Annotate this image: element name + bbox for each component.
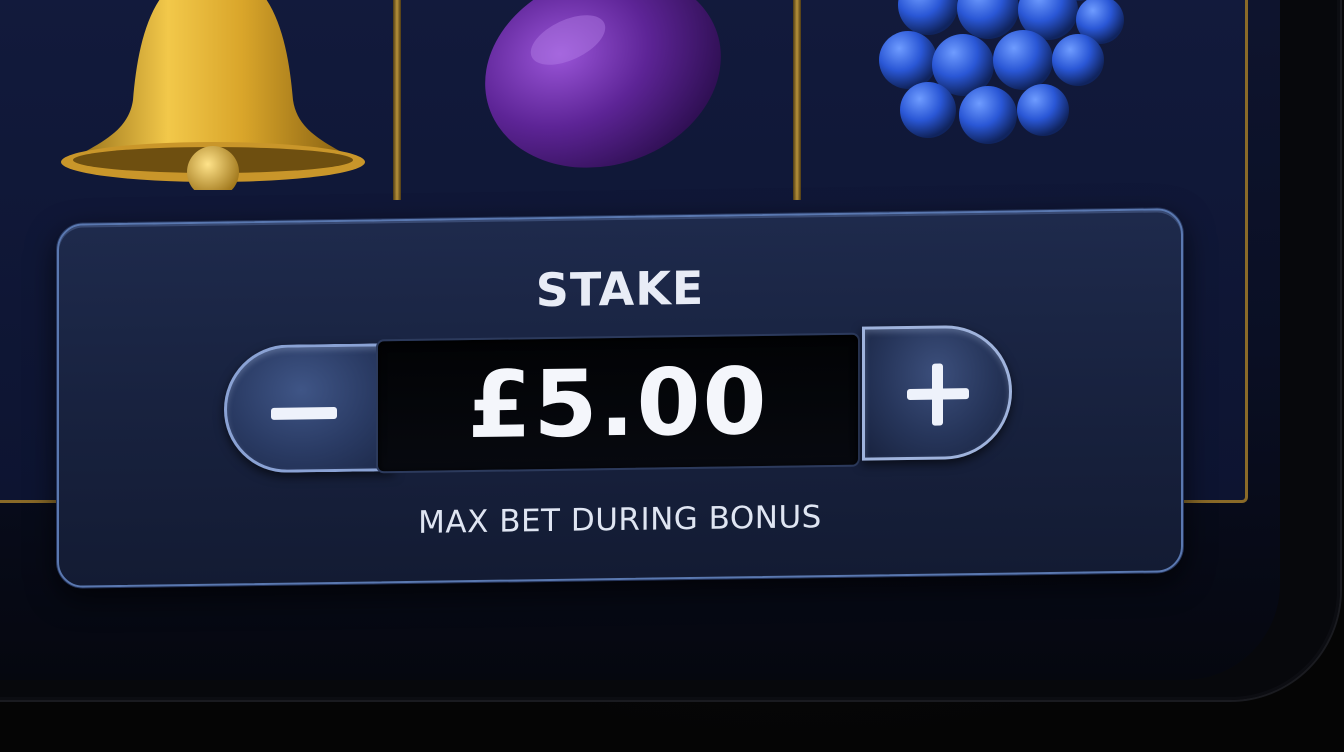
stake-value-display: £5.00 [376, 332, 860, 474]
max-bet-note: MAX BET DURING BONUS [418, 499, 822, 541]
increase-stake-button[interactable] [862, 324, 1012, 461]
reel-divider [393, 0, 401, 200]
stake-value: £5.00 [467, 347, 769, 460]
plum-icon [485, 0, 721, 168]
stake-panel: STAKE £5.00 MAX BET DURING BONUS [57, 208, 1183, 588]
slot-game-screen: STAKE £5.00 MAX BET DURING BONUS [0, 0, 1344, 752]
stake-title: STAKE [535, 260, 705, 318]
stake-stepper: £5.00 [224, 324, 1014, 474]
decrease-stake-button[interactable] [224, 343, 394, 474]
minus-icon [271, 406, 337, 420]
bell-icon [61, 0, 365, 190]
reel-divider [793, 0, 801, 200]
grapes-icon [879, 0, 1124, 144]
